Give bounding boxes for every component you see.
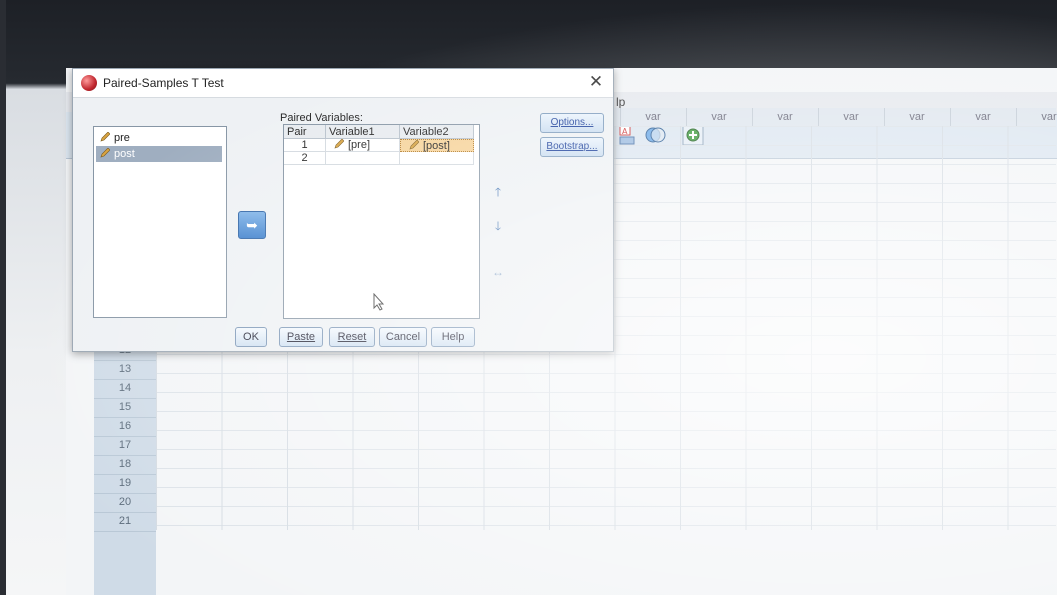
- dialog-button-row: OK Paste Reset Cancel Help: [235, 327, 505, 347]
- scale-variable-icon: [334, 139, 344, 149]
- variable-label: post: [114, 148, 135, 160]
- cell-value: [post]: [423, 140, 450, 152]
- pair2-variable2-cell[interactable]: [400, 152, 474, 165]
- column-header[interactable]: var: [686, 108, 751, 126]
- row-number[interactable]: 20: [94, 493, 156, 513]
- pair1-variable2-cell[interactable]: [post]: [400, 139, 474, 152]
- variable-item-post[interactable]: post: [96, 146, 222, 162]
- bootstrap-button[interactable]: Bootstrap...: [540, 137, 604, 157]
- pair2-variable1-cell[interactable]: [326, 152, 400, 165]
- row-number[interactable]: 17: [94, 436, 156, 456]
- swap-icon: ↔: [492, 265, 504, 279]
- column-header[interactable]: var: [818, 108, 883, 126]
- variable-item-pre[interactable]: pre: [96, 130, 222, 146]
- arrow-right-icon: ➥: [246, 217, 258, 233]
- options-button[interactable]: Options...: [540, 113, 604, 133]
- cancel-button[interactable]: Cancel: [379, 327, 427, 347]
- scale-variable-icon: [100, 148, 110, 158]
- monitor-screen: lp A var var var var var var: [6, 0, 1057, 595]
- scale-variable-icon: [409, 140, 419, 150]
- row-number[interactable]: 21: [94, 512, 156, 532]
- pair-number[interactable]: 1: [284, 139, 326, 152]
- pair1-variable1-cell[interactable]: [pre]: [326, 139, 400, 152]
- header-variable1: Variable1: [326, 125, 400, 139]
- move-right-button[interactable]: ➥: [238, 211, 266, 239]
- row-number[interactable]: 13: [94, 360, 156, 380]
- variable-label: pre: [114, 132, 130, 144]
- dialog-titlebar[interactable]: Paired-Samples T Test ✕: [73, 69, 613, 98]
- cell-value: [pre]: [348, 139, 371, 151]
- scale-variable-icon: [100, 132, 110, 142]
- swap-variables-button[interactable]: ↔: [489, 263, 507, 281]
- close-icon[interactable]: ✕: [587, 72, 605, 92]
- paired-variables-table[interactable]: Pair Variable1 Variable2 1 [pre] [post] …: [283, 124, 480, 319]
- move-down-button[interactable]: 🡓: [489, 217, 507, 235]
- help-button[interactable]: Help: [431, 327, 475, 347]
- mouse-cursor-icon: [373, 293, 385, 311]
- paired-samples-dialog: Paired-Samples T Test ✕ pre post ➥ Paire…: [72, 68, 614, 352]
- reset-button[interactable]: Reset: [329, 327, 375, 347]
- column-header[interactable]: var: [1016, 108, 1057, 126]
- dialog-title: Paired-Samples T Test: [103, 76, 224, 90]
- ok-button[interactable]: OK: [235, 327, 267, 347]
- column-header[interactable]: var: [950, 108, 1015, 126]
- header-variable2: Variable2: [400, 125, 474, 139]
- source-variable-list[interactable]: pre post: [93, 126, 227, 318]
- header-pair: Pair: [284, 125, 326, 139]
- arrow-up-icon: 🡑: [494, 185, 502, 199]
- paired-variables-label: Paired Variables:: [280, 112, 363, 124]
- row-number[interactable]: 14: [94, 379, 156, 399]
- spss-app-icon: [81, 75, 97, 91]
- row-number[interactable]: 18: [94, 455, 156, 475]
- column-header[interactable]: var: [752, 108, 817, 126]
- arrow-down-icon: 🡓: [494, 219, 502, 233]
- menu-help-fragment[interactable]: lp: [616, 95, 625, 109]
- row-number[interactable]: 19: [94, 474, 156, 494]
- column-header[interactable]: var: [884, 108, 949, 126]
- pair-number[interactable]: 2: [284, 152, 326, 165]
- row-number[interactable]: 15: [94, 398, 156, 418]
- row-number[interactable]: 16: [94, 417, 156, 437]
- paste-button[interactable]: Paste: [279, 327, 323, 347]
- move-up-button[interactable]: 🡑: [489, 183, 507, 201]
- column-header[interactable]: var: [620, 108, 685, 126]
